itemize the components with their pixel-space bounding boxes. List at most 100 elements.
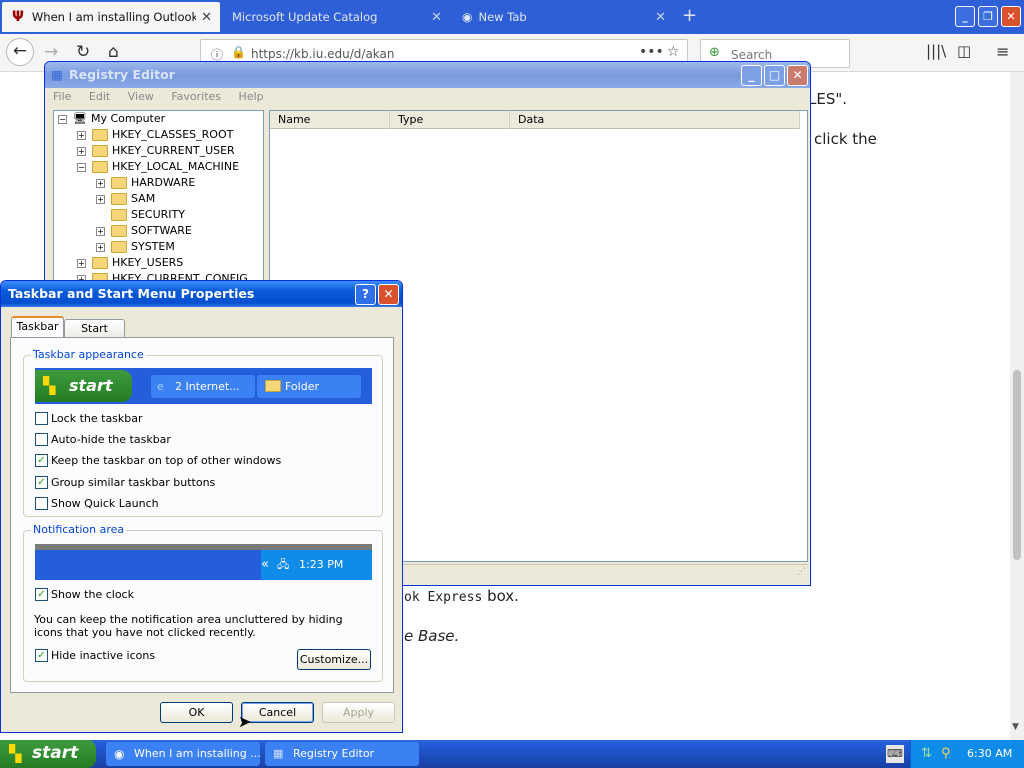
- expand-icon[interactable]: +: [96, 226, 105, 236]
- preview-item-folder: Folder: [257, 375, 361, 398]
- dialog-title-bar[interactable]: Taskbar and Start Menu Properties ? ✕: [1, 281, 402, 307]
- menu-icon[interactable]: ≡: [996, 42, 1009, 61]
- menu-view[interactable]: View: [128, 90, 154, 103]
- page-text-fragment: box.: [487, 587, 519, 605]
- scroll-down-icon[interactable]: ▼: [1012, 722, 1019, 732]
- column-header-name[interactable]: Name: [270, 111, 390, 129]
- tree-node-software[interactable]: + SOFTWARE: [96, 223, 192, 239]
- tree-node-hku[interactable]: + HKEY_USERS: [77, 255, 183, 271]
- tab-update-catalog[interactable]: Microsoft Update Catalog ✕: [222, 2, 450, 32]
- checkbox-label: Hide inactive icons: [51, 649, 156, 662]
- page-actions-icon[interactable]: •••: [639, 44, 664, 60]
- expand-icon[interactable]: +: [96, 178, 105, 188]
- maximize-icon[interactable]: □: [764, 65, 785, 86]
- taskbar-item-browser[interactable]: ◉ When I am installing ...: [106, 742, 260, 766]
- close-tab-icon[interactable]: ✕: [655, 10, 666, 25]
- forward-icon[interactable]: →: [44, 42, 58, 62]
- search-engine-icon: ⊕: [709, 45, 720, 60]
- notification-note: You can keep the notification area unclu…: [34, 613, 343, 639]
- menu-favorites[interactable]: Favorites: [171, 90, 221, 103]
- help-icon[interactable]: ?: [355, 284, 376, 305]
- restore-icon[interactable]: ❐: [978, 6, 998, 27]
- tab-taskbar[interactable]: Taskbar: [11, 316, 64, 338]
- tree-node-hkcu[interactable]: + HKEY_CURRENT_USER: [77, 143, 235, 159]
- tree-label: SAM: [131, 192, 156, 205]
- checkbox-keep-on-top[interactable]: ✓: [35, 454, 48, 467]
- mouse-cursor-icon: ➤: [238, 712, 252, 731]
- tab-start-menu[interactable]: Start Menu: [64, 319, 125, 352]
- cancel-button[interactable]: Cancel: [241, 702, 314, 723]
- page-text-fragment: e Base.: [404, 627, 460, 645]
- network-icon[interactable]: ⇅: [921, 740, 932, 768]
- keyboard-icon[interactable]: ⌨: [886, 745, 904, 763]
- menu-file[interactable]: File: [53, 90, 71, 103]
- close-icon[interactable]: ✕: [787, 65, 808, 86]
- customize-button[interactable]: Customize...: [297, 649, 371, 670]
- tree-node-sam[interactable]: + SAM: [96, 191, 155, 207]
- menu-help[interactable]: Help: [239, 90, 264, 103]
- column-header-data[interactable]: Data: [510, 111, 800, 129]
- tree-node-hklm[interactable]: − HKEY_LOCAL_MACHINE: [77, 159, 239, 175]
- library-icon[interactable]: |||\: [926, 42, 946, 60]
- windows-taskbar: ▚ start ◉ When I am installing ... ▦ Reg…: [0, 740, 1024, 768]
- new-tab-plus-icon[interactable]: +: [682, 5, 697, 26]
- column-header-type[interactable]: Type: [390, 111, 510, 129]
- tab-new-tab[interactable]: ◉ New Tab ✕: [452, 2, 674, 32]
- close-tab-icon[interactable]: ✕: [201, 10, 212, 25]
- tree-node-system[interactable]: + SYSTEM: [96, 239, 175, 255]
- checkbox-group-buttons[interactable]: ✓: [35, 476, 48, 489]
- close-tab-icon[interactable]: ✕: [431, 10, 442, 25]
- checkbox-lock-taskbar[interactable]: [35, 412, 48, 425]
- tree-node-security[interactable]: SECURITY: [111, 207, 185, 223]
- expand-icon[interactable]: +: [77, 146, 86, 156]
- checkbox-auto-hide[interactable]: [35, 433, 48, 446]
- menu-edit[interactable]: Edit: [89, 90, 110, 103]
- tree-node-hkcr[interactable]: + HKEY_CLASSES_ROOT: [77, 127, 233, 143]
- folder-icon: [92, 145, 108, 157]
- collapse-icon[interactable]: −: [58, 114, 67, 124]
- taskbar-item-registry[interactable]: ▦ Registry Editor: [265, 742, 419, 766]
- expand-icon[interactable]: +: [96, 194, 105, 204]
- reload-icon[interactable]: ↻: [76, 42, 90, 62]
- scrollbar-thumb[interactable]: [1013, 370, 1021, 560]
- tab-outlook-article[interactable]: Ψ When I am installing Outlook 2002 ✕: [2, 2, 220, 32]
- close-icon[interactable]: ✕: [378, 284, 399, 305]
- checkbox-show-clock[interactable]: ✓: [35, 588, 48, 601]
- home-icon[interactable]: ⌂: [108, 42, 119, 62]
- expand-icon[interactable]: +: [77, 258, 86, 268]
- checkbox-hide-inactive[interactable]: ✓: [35, 649, 48, 662]
- sidebar-icon[interactable]: ◫: [957, 42, 971, 60]
- expand-icon[interactable]: +: [77, 130, 86, 140]
- folder-icon: [92, 129, 108, 141]
- window-title: Registry Editor: [69, 67, 175, 82]
- page-scrollbar[interactable]: ▼: [1010, 72, 1024, 740]
- page-code-fragment: ok Express: [404, 590, 483, 605]
- search-icon[interactable]: ⚲: [941, 740, 951, 768]
- resize-grip-icon[interactable]: ⋰: [797, 567, 806, 577]
- tree-label: HKEY_CURRENT_USER: [112, 144, 235, 157]
- tree-node-my-computer[interactable]: − 🖥 My Computer: [58, 111, 165, 127]
- checkbox-quick-launch[interactable]: [35, 497, 48, 510]
- expand-icon[interactable]: +: [96, 242, 105, 252]
- expand-tray-icon: «: [261, 557, 269, 572]
- start-label: start: [32, 743, 79, 763]
- start-button[interactable]: ▚ start: [0, 740, 96, 768]
- clock[interactable]: 6:30 AM: [967, 740, 1012, 768]
- folder-icon: [92, 257, 108, 269]
- taskbar-item-label: When I am installing ...: [134, 747, 260, 760]
- ok-button[interactable]: OK: [160, 702, 233, 723]
- tab-label: Microsoft Update Catalog: [232, 10, 378, 24]
- preview-item-label: 2 Internet...: [175, 380, 240, 393]
- apply-button[interactable]: Apply: [322, 702, 395, 723]
- back-icon[interactable]: ←: [6, 38, 34, 66]
- minimize-icon[interactable]: _: [741, 65, 762, 86]
- tray-preview-time: 1:23 PM: [299, 558, 344, 571]
- tree-node-hardware[interactable]: + HARDWARE: [96, 175, 195, 191]
- close-icon[interactable]: ✕: [1001, 6, 1021, 27]
- taskbar-item-label: Registry Editor: [293, 747, 375, 760]
- bookmark-star-icon[interactable]: ☆: [667, 44, 680, 60]
- collapse-icon[interactable]: −: [77, 162, 86, 172]
- minimize-icon[interactable]: _: [955, 6, 975, 27]
- lock-icon: 🔒: [231, 45, 246, 59]
- registry-title-bar[interactable]: ▦ Registry Editor _ □ ✕: [45, 62, 810, 88]
